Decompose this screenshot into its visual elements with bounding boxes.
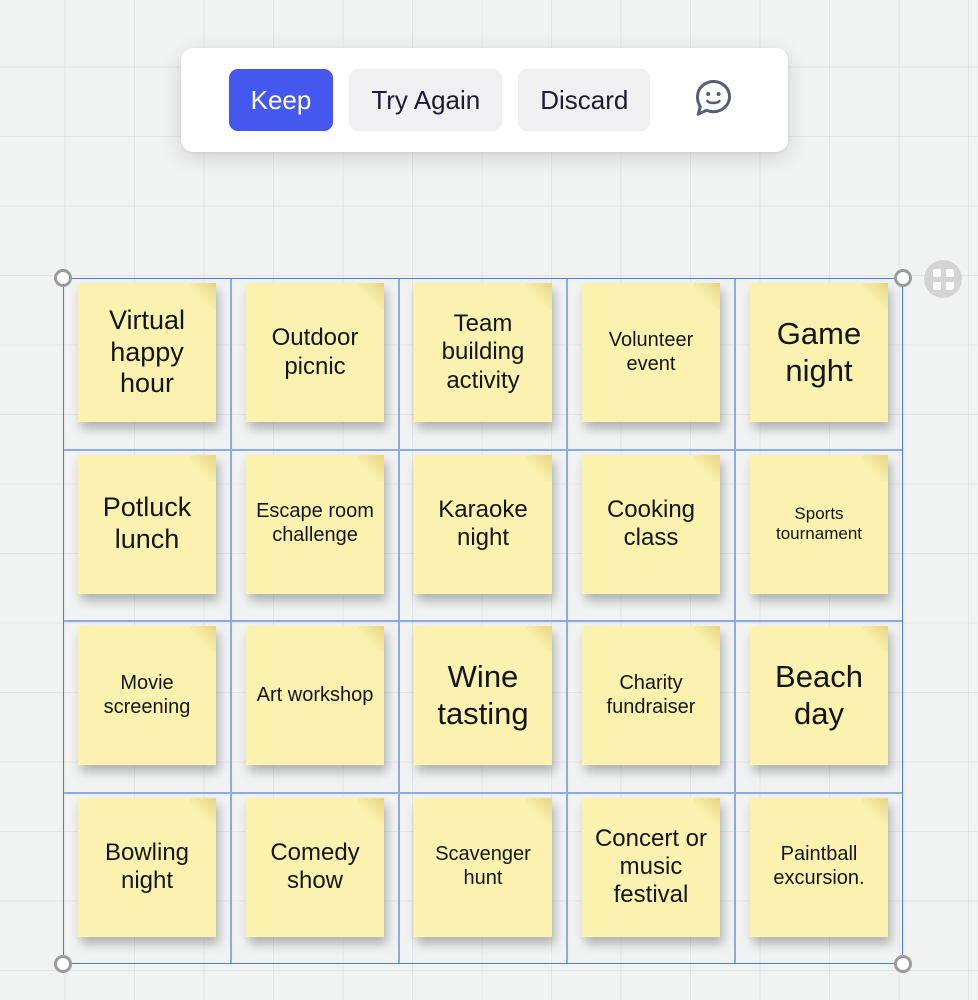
sticky-note-text: Movie screening	[103, 671, 191, 718]
sticky-note[interactable]: Comedy show	[246, 797, 384, 937]
generation-action-toolbar: Keep Try Again Discard	[181, 48, 788, 152]
sticky-note[interactable]: Paintball excursion.	[750, 797, 888, 937]
note-cell[interactable]: Team building activity	[399, 278, 567, 450]
note-cell[interactable]: Wine tasting	[399, 621, 567, 793]
note-cell[interactable]: Potluck lunch	[63, 449, 231, 621]
sticky-note[interactable]: Potluck lunch	[78, 454, 216, 594]
sticky-note[interactable]: Bowling night	[78, 797, 216, 937]
note-cell[interactable]: Virtual happy hour	[63, 278, 231, 450]
sticky-note[interactable]: Karaoke night	[414, 454, 552, 594]
sticky-note-text: Team building activity	[441, 310, 525, 394]
sticky-note-text: Paintball excursion.	[773, 843, 865, 889]
sticky-note-text: Concert or music festival	[594, 824, 708, 909]
sticky-note[interactable]: Escape room challenge	[246, 454, 384, 594]
sticky-note[interactable]: Outdoor picnic	[246, 283, 384, 422]
sticky-note[interactable]: Volunteer event	[582, 283, 720, 422]
sticky-note-text: Beach day	[775, 658, 863, 731]
sticky-note-text: Game night	[776, 315, 862, 388]
speech-bubble-smiley-icon	[689, 76, 735, 125]
sticky-note[interactable]: Movie screening	[78, 626, 216, 765]
sticky-note-text: Art workshop	[256, 683, 374, 706]
note-cell[interactable]: Charity fundraiser	[567, 621, 735, 793]
note-cell[interactable]: Game night	[735, 278, 903, 450]
sticky-note[interactable]: Team building activity	[414, 283, 552, 422]
sticky-note[interactable]: Concert or music festival	[582, 797, 720, 937]
note-cell[interactable]: Outdoor picnic	[231, 278, 399, 450]
sticky-note[interactable]: Game night	[750, 283, 888, 422]
sticky-note-text: Bowling night	[104, 838, 190, 894]
sticky-note-text: Volunteer event	[608, 328, 694, 375]
sticky-note-grid[interactable]: Virtual happy hour Outdoor picnic Team bui…	[63, 278, 903, 964]
sticky-note-text: Karaoke night	[438, 495, 528, 551]
sticky-note-text: Scavenger hunt	[435, 843, 531, 889]
sticky-note-text: Cooking class	[606, 495, 696, 551]
sticky-note[interactable]: Art workshop	[246, 626, 384, 765]
dot	[945, 268, 954, 277]
sticky-note-text: Sports tournament	[776, 503, 862, 543]
note-cell[interactable]: Concert or music festival	[567, 792, 735, 964]
note-cell[interactable]: Volunteer event	[567, 278, 735, 450]
try-again-button[interactable]: Try Again	[349, 69, 503, 131]
sticky-note-text: Wine tasting	[437, 658, 529, 731]
discard-button[interactable]: Discard	[518, 69, 651, 131]
whiteboard-canvas[interactable]: Keep Try Again Discard Virtual happy hou…	[0, 0, 978, 1000]
note-cell[interactable]: Scavenger hunt	[399, 792, 567, 964]
note-cell[interactable]: Beach day	[735, 621, 903, 793]
keep-button[interactable]: Keep	[228, 69, 334, 131]
note-cell[interactable]: Karaoke night	[399, 449, 567, 621]
note-cell[interactable]: Movie screening	[63, 621, 231, 793]
sticky-note[interactable]: Scavenger hunt	[414, 797, 552, 937]
sticky-note-text: Charity fundraiser	[606, 671, 696, 718]
chat-button[interactable]	[684, 72, 740, 128]
dot	[932, 268, 941, 277]
note-cell[interactable]: Cooking class	[567, 449, 735, 621]
dot	[932, 281, 941, 290]
sticky-note-text: Comedy show	[270, 838, 360, 894]
note-cell[interactable]: Escape room challenge	[231, 449, 399, 621]
sticky-note[interactable]: Virtual happy hour	[78, 283, 216, 422]
sticky-note[interactable]: Beach day	[750, 626, 888, 765]
sticky-note[interactable]: Cooking class	[582, 454, 720, 594]
note-cell[interactable]: Sports tournament	[735, 449, 903, 621]
sticky-note[interactable]: Charity fundraiser	[582, 626, 720, 765]
sticky-note[interactable]: Wine tasting	[414, 626, 552, 765]
sticky-note-text: Potluck lunch	[102, 492, 192, 554]
note-cell[interactable]: Bowling night	[63, 792, 231, 964]
dot	[945, 281, 954, 290]
note-cell[interactable]: Art workshop	[231, 621, 399, 793]
sticky-note[interactable]: Sports tournament	[750, 454, 888, 594]
sticky-note-text: Escape room challenge	[256, 500, 374, 546]
sticky-note-text: Outdoor picnic	[271, 324, 359, 380]
four-dots-grid-icon[interactable]	[924, 260, 962, 298]
sticky-note-text: Virtual happy hour	[108, 304, 186, 399]
note-cell[interactable]: Paintball excursion.	[735, 792, 903, 964]
note-cell[interactable]: Comedy show	[231, 792, 399, 964]
